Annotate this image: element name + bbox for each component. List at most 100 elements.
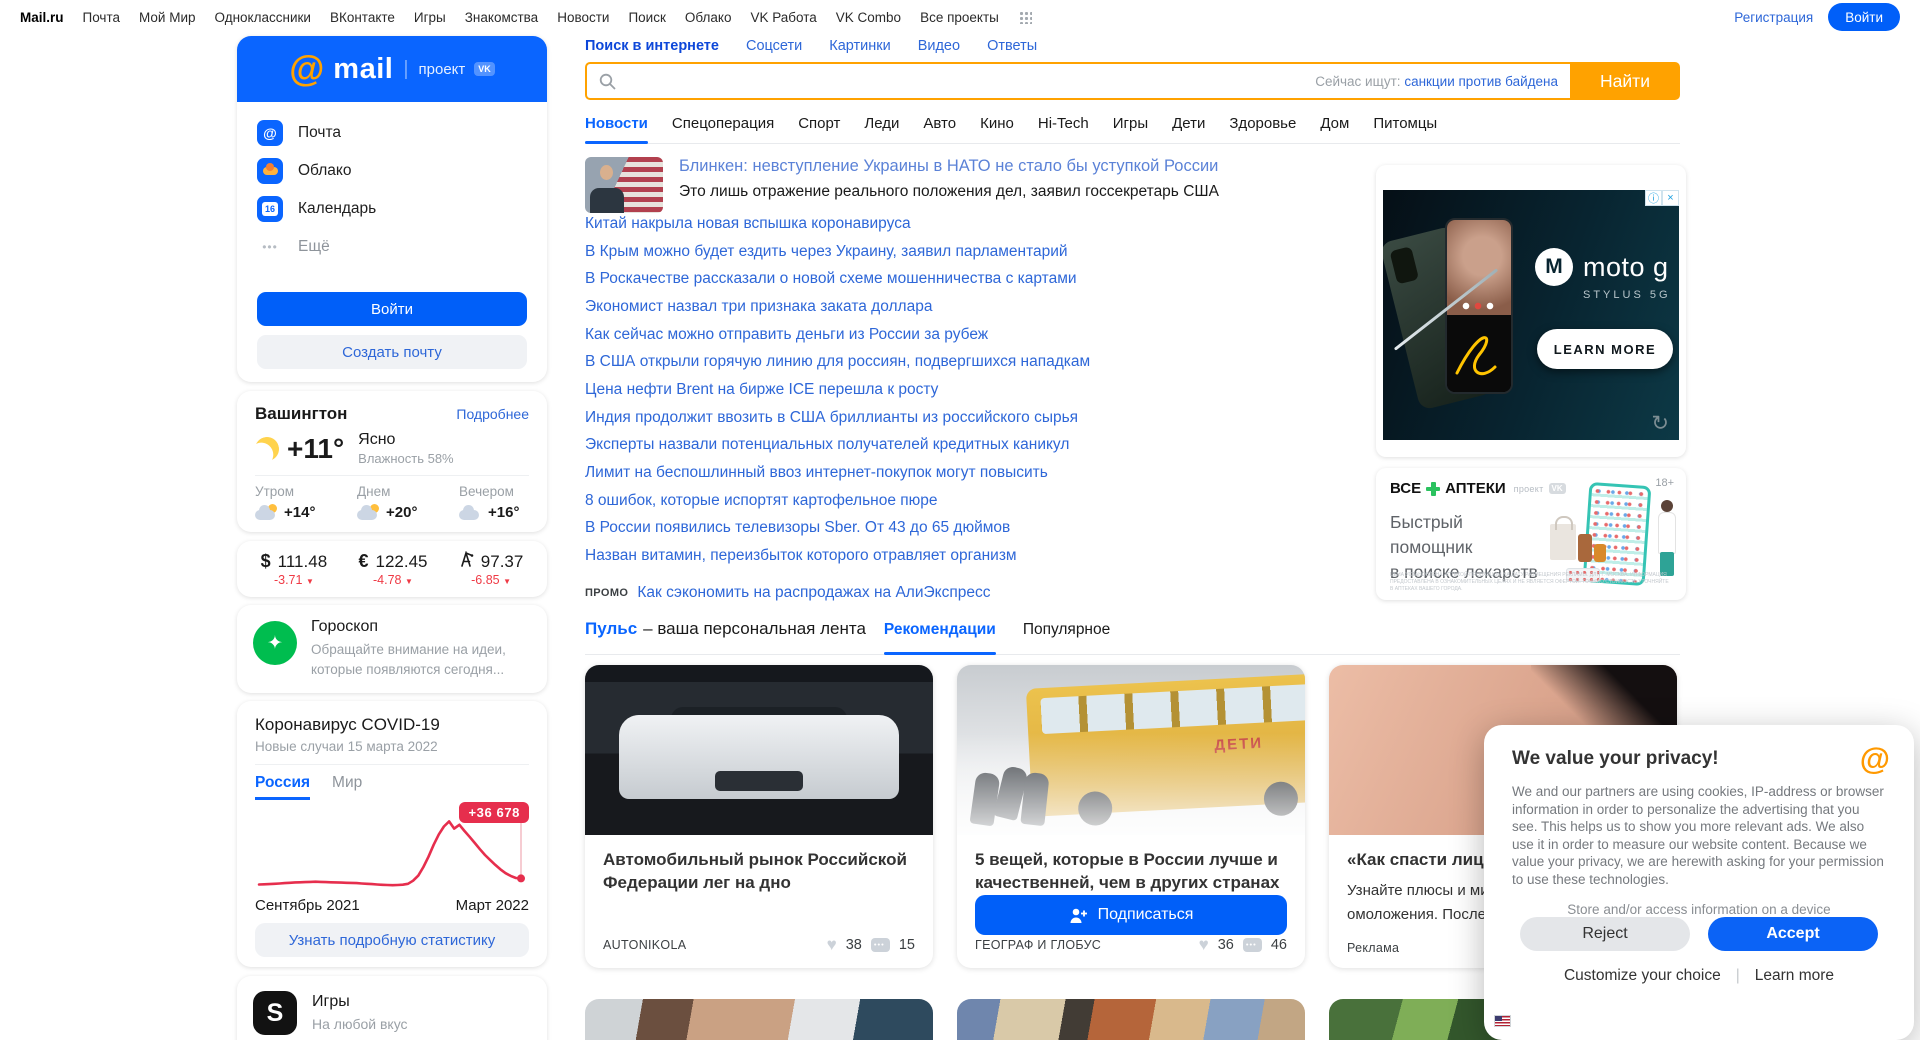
like-icon[interactable]: ♥	[1199, 935, 1209, 955]
topnav-item-allprojects[interactable]: Все проекты	[920, 10, 999, 25]
news-tab-kids[interactable]: Дети	[1172, 115, 1205, 132]
news-link[interactable]: Индия продолжит ввозить в США бриллианты…	[585, 409, 1078, 427]
ad-info-icon[interactable]: ⓘ	[1645, 190, 1662, 206]
news-link[interactable]: Назван витамин, переизбыток которого отр…	[585, 547, 1017, 565]
card-image-painting[interactable]	[957, 999, 1305, 1040]
comment-icon[interactable]	[1242, 938, 1262, 952]
topnav-item-ok[interactable]: Одноклассники	[215, 10, 311, 25]
topnav-item-games[interactable]: Игры	[414, 10, 446, 25]
customize-choice-link[interactable]: Customize your choice	[1564, 967, 1721, 985]
learn-more-link[interactable]: Learn more	[1755, 967, 1834, 985]
news-link[interactable]: Лимит на беспошлинный ввоз интернет-поку…	[585, 464, 1048, 482]
create-mail-button[interactable]: Создать почту	[257, 335, 527, 369]
weather-more-link[interactable]: Подробнее	[456, 406, 529, 422]
sidebar-item-more[interactable]: ••• Ещё	[257, 228, 527, 266]
card-image-car[interactable]	[585, 665, 933, 835]
accept-button[interactable]: Accept	[1708, 917, 1878, 952]
pharmacy-ad-card[interactable]: 18+ ВСЕ АПТЕКИ проект VK Быстрый помощни…	[1376, 468, 1686, 600]
topnav-item-dating[interactable]: Знакомства	[465, 10, 538, 25]
card-title[interactable]: 5 вещей, которые в России лучше и качест…	[975, 848, 1287, 894]
news-tab-lady[interactable]: Леди	[864, 115, 899, 132]
news-tab-pets[interactable]: Питомцы	[1373, 115, 1437, 132]
search-submit-button[interactable]: Найти	[1570, 62, 1680, 100]
registration-link[interactable]: Регистрация	[1734, 10, 1813, 25]
moto-ad-banner[interactable]: ⓘ × M moto g STYLUS 5G LEARN MORE ↻	[1383, 190, 1679, 440]
news-tab-health[interactable]: Здоровье	[1229, 115, 1296, 132]
horoscope-widget[interactable]: ✦ Гороскоп Обращайте внимание на идеи, ко…	[237, 605, 547, 693]
search-input[interactable]	[625, 71, 1316, 91]
search-tab-web[interactable]: Поиск в интернете	[585, 38, 719, 54]
topnav-item-search[interactable]: Поиск	[628, 10, 665, 25]
topnav-item-vk[interactable]: ВКонтакте	[330, 10, 395, 25]
learn-more-button[interactable]: LEARN MORE	[1537, 329, 1673, 369]
lead-story[interactable]: Блинкен: невступление Украины в НАТО не …	[585, 157, 1219, 213]
ad-refresh-icon[interactable]: ↻	[1651, 411, 1669, 436]
pulse-card-auto[interactable]: Автомобильный рынок Российской Федерации…	[585, 665, 933, 968]
news-link[interactable]: В Роскачестве рассказали о новой схеме м…	[585, 270, 1077, 288]
news-link[interactable]: Эксперты назвали потенциальных получател…	[585, 436, 1069, 454]
news-link[interactable]: В России появились телевизоры Sber. От 4…	[585, 519, 1010, 537]
pulse-title-link[interactable]: Пульс	[585, 619, 637, 639]
rate-usd[interactable]: $111.48 -3.71 ▼	[261, 551, 328, 587]
mailru-brand-link[interactable]: Mail.ru	[20, 10, 64, 25]
lead-story-title[interactable]: Блинкен: невступление Украины в НАТО не …	[679, 157, 1219, 176]
games-widget[interactable]: S Игры На любой вкус	[237, 976, 547, 1040]
news-tab-hitech[interactable]: Hi-Tech	[1038, 115, 1089, 132]
pulse-card-geography[interactable]: ДЕТИ 5 вещей, которые в России лучше и к…	[957, 665, 1305, 968]
news-link[interactable]: Цена нефти Brent на бирже ICE перешла к …	[585, 381, 938, 399]
card-title[interactable]: Автомобильный рынок Российской Федерации…	[603, 848, 915, 894]
card-source[interactable]: AUTONIKOLA	[603, 938, 686, 952]
topnav-item-news[interactable]: Новости	[557, 10, 609, 25]
trending-query-link[interactable]: санкции против байдена	[1404, 74, 1558, 89]
pulse-tab-popular[interactable]: Популярное	[1023, 621, 1110, 639]
news-tab-sport[interactable]: Спорт	[798, 115, 840, 132]
news-link[interactable]: Китай накрыла новая вспышка коронавируса	[585, 215, 911, 233]
topnav-item-moymir[interactable]: Мой Мир	[139, 10, 196, 25]
card-image-portrait[interactable]	[585, 999, 933, 1040]
like-icon[interactable]: ♥	[827, 935, 837, 955]
rate-eur[interactable]: €122.45 -4.78 ▼	[358, 551, 427, 587]
news-tab-home[interactable]: Дом	[1320, 115, 1349, 132]
card-source[interactable]: ГЕОГРАФ И ГЛОБУС	[975, 938, 1101, 952]
reject-button[interactable]: Reject	[1520, 917, 1690, 952]
topnav-login-button[interactable]: Войти	[1828, 3, 1900, 31]
all-projects-grid-icon[interactable]	[1017, 10, 1032, 24]
language-flag-icon[interactable]	[1494, 1015, 1511, 1027]
topnav-item-vkwork[interactable]: VK Работа	[750, 10, 816, 25]
ad-close-icon[interactable]: ×	[1662, 190, 1679, 206]
sidebar-item-mail[interactable]: @ Почта	[257, 114, 527, 152]
games-title: Игры	[312, 993, 350, 1010]
search-box[interactable]: Сейчас ищут: санкции против байдена	[585, 62, 1570, 100]
news-tab-auto[interactable]: Авто	[923, 115, 956, 132]
news-link[interactable]: Экономист назвал три признака заката дол…	[585, 298, 932, 316]
lead-story-thumbnail[interactable]	[585, 157, 663, 213]
news-tab-specoperation[interactable]: Спецоперация	[672, 115, 774, 132]
covid-tab-world[interactable]: Мир	[332, 774, 362, 800]
search-tab-video[interactable]: Видео	[918, 38, 960, 54]
subscribe-button[interactable]: Подписаться	[975, 895, 1287, 935]
search-tab-answers[interactable]: Ответы	[987, 38, 1037, 54]
covid-stats-button[interactable]: Узнать подробную статистику	[255, 923, 529, 957]
news-tab-games[interactable]: Игры	[1113, 115, 1148, 132]
news-link[interactable]: 8 ошибок, которые испортят картофельное …	[585, 492, 938, 510]
topnav-item-mail[interactable]: Почта	[83, 10, 121, 25]
rate-oil[interactable]: 97.37 -6.85 ▼	[459, 551, 523, 587]
card-image-bus[interactable]: ДЕТИ	[957, 665, 1305, 835]
news-link[interactable]: Как сейчас можно отправить деньги из Рос…	[585, 326, 988, 344]
sidebar-item-cloud[interactable]: Облако	[257, 152, 527, 190]
news-tab-kino[interactable]: Кино	[980, 115, 1014, 132]
topnav-item-cloud[interactable]: Облако	[685, 10, 732, 25]
pulse-tab-recommendations[interactable]: Рекомендации	[883, 621, 996, 655]
mail-logo-header[interactable]: @ mail | проект VK	[237, 36, 547, 102]
covid-tab-russia[interactable]: Россия	[255, 774, 311, 800]
sidebar-item-calendar[interactable]: 16 Календарь	[257, 190, 527, 228]
search-tab-images[interactable]: Картинки	[829, 38, 890, 54]
news-link[interactable]: В Крым можно будет ездить через Украину,…	[585, 243, 1068, 261]
news-link[interactable]: В США открыли горячую линию для россиян,…	[585, 353, 1090, 371]
search-tab-social[interactable]: Соцсети	[746, 38, 802, 54]
sidebar-login-button[interactable]: Войти	[257, 292, 527, 326]
comment-icon[interactable]	[870, 938, 890, 952]
topnav-item-vkcombo[interactable]: VK Combo	[836, 10, 901, 25]
promo-link[interactable]: Как сэкономить на распродажах на АлиЭксп…	[637, 584, 990, 602]
news-tab-news[interactable]: Новости	[585, 115, 648, 144]
